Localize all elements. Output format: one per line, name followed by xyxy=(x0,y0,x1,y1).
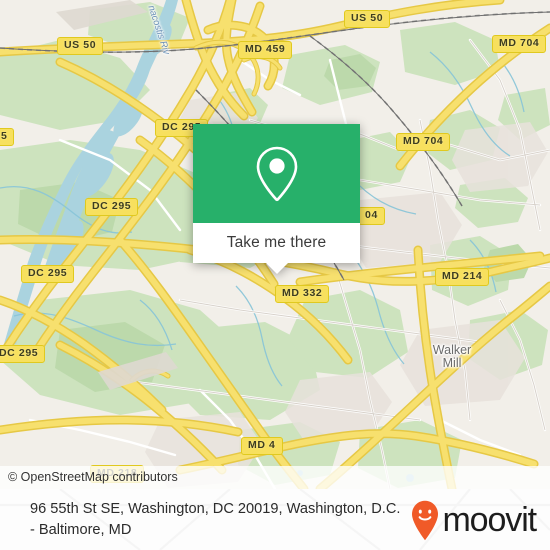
road-shield-md-214: MD 214 xyxy=(435,268,490,286)
road-shield-dc-295-c: DC 295 xyxy=(21,265,75,283)
moovit-logo[interactable]: moovit xyxy=(410,499,537,541)
road-shield-dc-295-b: DC 295 xyxy=(85,198,139,216)
road-shield-md-704-mid: MD 704 xyxy=(396,133,451,151)
card-action-row[interactable]: Take me there xyxy=(193,223,360,274)
road-shield-md-459: MD 459 xyxy=(238,41,293,59)
screenshot-root: nacostis Riv Walker Mill US 50 US 50 MD … xyxy=(0,0,550,550)
road-shield-md-704-north: MD 704 xyxy=(492,35,547,53)
map-attribution[interactable]: © OpenStreetMap contributors xyxy=(0,466,550,489)
road-shield-partial-left: 5 xyxy=(0,128,15,146)
take-me-there-label: Take me there xyxy=(226,234,327,251)
moovit-wordmark: moovit xyxy=(442,500,537,539)
place-label-walker-mill: Walker Mill xyxy=(432,343,472,370)
road-shield-md-4: MD 4 xyxy=(241,437,283,455)
map-pin-icon xyxy=(256,146,297,201)
card-pointer-arrow xyxy=(265,263,288,274)
road-shield-partial-704: 04 xyxy=(358,207,385,225)
road-shield-md-332: MD 332 xyxy=(275,285,330,303)
card-pin-area xyxy=(193,124,360,223)
take-me-there-card[interactable]: Take me there xyxy=(193,124,360,274)
moovit-smiley-pin-icon xyxy=(412,500,439,540)
road-shield-dc-295-d: DC 295 xyxy=(0,345,46,363)
location-address: 96 55th St SE, Washington, DC 20019, Was… xyxy=(30,500,401,538)
road-shield-us-50-west: US 50 xyxy=(57,37,104,55)
road-shield-us-50-east: US 50 xyxy=(344,10,391,28)
footer-bar: 96 55th St SE, Washington, DC 20019, Was… xyxy=(0,489,550,550)
